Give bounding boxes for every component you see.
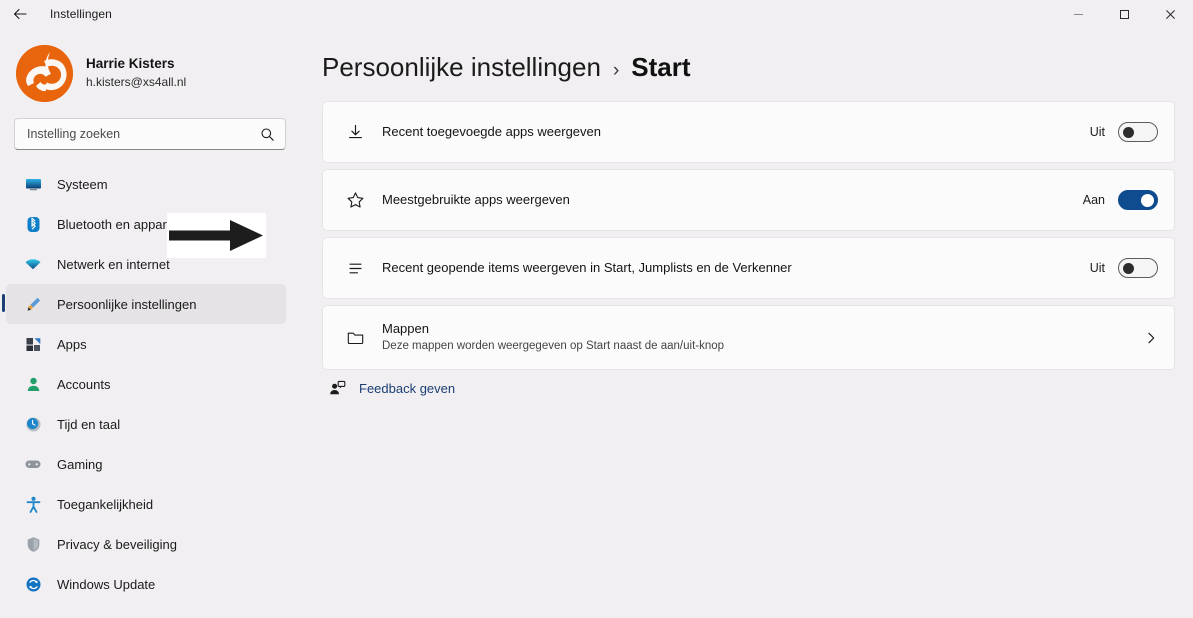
search-icon bbox=[260, 127, 275, 142]
folder-icon bbox=[341, 328, 369, 347]
back-arrow-icon bbox=[13, 8, 27, 20]
breadcrumb-parent-link[interactable]: Persoonlijke instellingen bbox=[322, 52, 601, 83]
back-button[interactable] bbox=[0, 0, 40, 28]
setting-subtitle: Deze mappen worden weergegeven op Start … bbox=[382, 340, 725, 353]
sidebar-item-bluetooth[interactable]: Bluetooth en apparaten bbox=[6, 204, 286, 244]
sidebar-item-label: Apps bbox=[57, 336, 87, 352]
feedback-row[interactable]: Feedback geven bbox=[322, 380, 1175, 397]
sidebar-item-tijd-en-taal[interactable]: Tijd en taal bbox=[6, 404, 286, 444]
download-icon bbox=[341, 123, 369, 142]
list-icon bbox=[341, 259, 369, 278]
close-icon bbox=[1165, 9, 1175, 19]
profile-email: h.kisters@xs4all.nl bbox=[86, 74, 187, 89]
setting-row-most-used-apps[interactable]: Meestgebruikte apps weergeven Aan bbox=[322, 169, 1175, 231]
avatar-graphic bbox=[16, 44, 73, 102]
sidebar-item-label: Gaming bbox=[57, 456, 103, 472]
toggle-state-label: Uit bbox=[1089, 261, 1105, 275]
toggle-state-label: Aan bbox=[1082, 193, 1105, 207]
setting-title: Recent geopende items weergeven in Start… bbox=[382, 259, 792, 275]
profile-name: Harrie Kisters bbox=[86, 56, 175, 72]
title-bar: Instellingen bbox=[0, 0, 1193, 28]
sidebar-item-netwerk[interactable]: Netwerk en internet bbox=[6, 244, 286, 284]
feedback-link[interactable]: Feedback geven bbox=[359, 381, 455, 396]
setting-row-folders[interactable]: Mappen Deze mappen worden weergegeven op… bbox=[322, 305, 1175, 370]
minimize-icon bbox=[1073, 13, 1083, 15]
sidebar-item-label: Netwerk en internet bbox=[57, 256, 170, 272]
sidebar-item-label: Persoonlijke instellingen bbox=[57, 296, 197, 312]
maximize-icon bbox=[1119, 9, 1129, 19]
sidebar-item-privacy[interactable]: Privacy & beveiliging bbox=[6, 524, 286, 564]
sidebar-item-label: Toegankelijkheid bbox=[57, 496, 154, 512]
main-content: Persoonlijke instellingen › Start Recent… bbox=[300, 28, 1193, 618]
avatar bbox=[16, 44, 73, 102]
update-icon bbox=[22, 574, 44, 594]
search-box[interactable] bbox=[14, 118, 286, 150]
setting-title: Meestgebruikte apps weergeven bbox=[382, 191, 570, 207]
wifi-icon bbox=[22, 254, 44, 274]
close-button[interactable] bbox=[1147, 0, 1193, 28]
breadcrumb-separator-icon: › bbox=[612, 60, 620, 81]
minimize-button[interactable] bbox=[1055, 0, 1101, 28]
sidebar-item-systeem[interactable]: Systeem bbox=[6, 164, 286, 204]
toggle-most-used-apps[interactable] bbox=[1118, 190, 1158, 210]
sidebar-item-label: Tijd en taal bbox=[57, 416, 121, 432]
sidebar-item-windows-update[interactable]: Windows Update bbox=[6, 564, 286, 604]
person-icon bbox=[22, 374, 44, 394]
page-title: Start bbox=[631, 52, 691, 82]
setting-row-recent-items[interactable]: Recent geopende items weergeven in Start… bbox=[322, 237, 1175, 299]
chevron-right-icon bbox=[1144, 331, 1158, 345]
toggle-recent-added-apps[interactable] bbox=[1118, 122, 1158, 142]
accessibility-icon bbox=[22, 494, 44, 514]
monitor-icon bbox=[22, 174, 44, 194]
sidebar-item-label: Accounts bbox=[57, 376, 111, 392]
sidebar-item-persoonlijke-instellingen[interactable]: Persoonlijke instellingen bbox=[2, 284, 286, 324]
sidebar-item-label: Windows Update bbox=[57, 576, 156, 592]
toggle-recent-items[interactable] bbox=[1118, 258, 1158, 278]
sidebar-nav: Systeem Bluetooth en apparaten Netwerk e… bbox=[0, 164, 300, 604]
clock-icon bbox=[22, 414, 44, 434]
sidebar-item-label: Privacy & beveiliging bbox=[57, 536, 177, 552]
window-title: Instellingen bbox=[50, 7, 112, 21]
profile-block[interactable]: Harrie Kisters h.kisters@xs4all.nl bbox=[0, 28, 300, 102]
sidebar-item-toegankelijkheid[interactable]: Toegankelijkheid bbox=[6, 484, 286, 524]
sidebar: Harrie Kisters h.kisters@xs4all.nl Inste… bbox=[0, 28, 300, 618]
brush-icon bbox=[22, 294, 44, 314]
app-shell: Harrie Kisters h.kisters@xs4all.nl Inste… bbox=[0, 28, 1193, 618]
sidebar-item-accounts[interactable]: Accounts bbox=[6, 364, 286, 404]
star-icon bbox=[341, 191, 369, 210]
gamepad-icon bbox=[22, 454, 44, 474]
sidebar-item-apps[interactable]: Apps bbox=[6, 324, 286, 364]
apps-icon bbox=[22, 334, 44, 354]
feedback-person-icon bbox=[326, 380, 348, 397]
setting-title: Recent toegevoegde apps weergeven bbox=[382, 123, 601, 139]
bluetooth-icon bbox=[22, 214, 44, 234]
shield-icon bbox=[22, 534, 44, 554]
window-controls bbox=[1055, 0, 1193, 28]
toggle-state-label: Uit bbox=[1089, 125, 1105, 139]
sidebar-item-label: Bluetooth en apparaten bbox=[57, 216, 193, 232]
sidebar-item-label: Systeem bbox=[57, 176, 108, 192]
search-input[interactable] bbox=[27, 127, 260, 141]
settings-card-list: Recent toegevoegde apps weergeven Uit Me… bbox=[322, 101, 1175, 370]
setting-title: Mappen bbox=[382, 320, 429, 336]
sidebar-item-gaming[interactable]: Gaming bbox=[6, 444, 286, 484]
maximize-button[interactable] bbox=[1101, 0, 1147, 28]
setting-row-recent-added-apps[interactable]: Recent toegevoegde apps weergeven Uit bbox=[322, 101, 1175, 163]
breadcrumb: Persoonlijke instellingen › Start bbox=[322, 28, 1175, 83]
